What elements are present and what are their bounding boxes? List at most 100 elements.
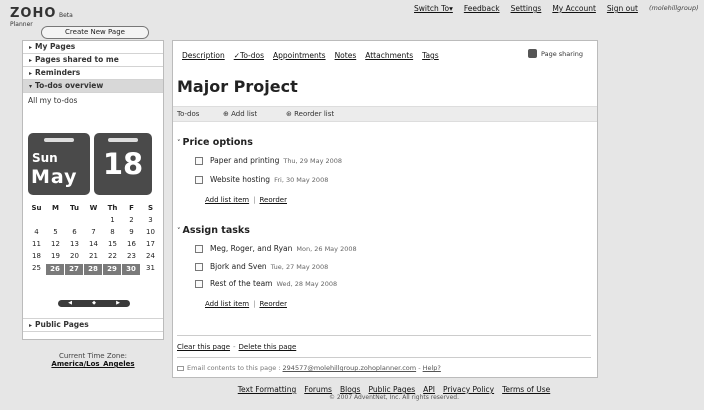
- email-address-link[interactable]: 294577@molehillgroup.zohoplanner.com: [283, 364, 417, 372]
- add-list-button[interactable]: ⊕ Add list: [223, 110, 257, 118]
- switch-to-menu[interactable]: Switch To▾: [414, 4, 453, 13]
- expand-arrow-icon: ▸: [29, 322, 33, 329]
- calendar-day[interactable]: 9: [122, 227, 141, 239]
- calendar-day[interactable]: 28: [84, 264, 102, 275]
- task-date: Mon, 26 May 2008: [296, 244, 357, 253]
- calendar-day[interactable]: 11: [27, 239, 46, 251]
- calendar-week-row: 123: [27, 215, 161, 227]
- settings-link[interactable]: Settings: [511, 4, 542, 13]
- list-item: Website hosting Fri, 30 May 2008: [195, 175, 328, 184]
- tab-appointments[interactable]: Appointments: [273, 51, 326, 60]
- next-month-icon[interactable]: ▶: [116, 300, 120, 307]
- calendar-day[interactable]: 30: [122, 264, 140, 275]
- feedback-link[interactable]: Feedback: [464, 4, 500, 13]
- calendar-day[interactable]: 23: [122, 251, 141, 263]
- weekday-label: M: [52, 204, 59, 212]
- task-checkbox[interactable]: [195, 175, 203, 184]
- tab-tags[interactable]: Tags: [422, 51, 439, 60]
- collapse-icon[interactable]: ˅: [177, 227, 181, 235]
- calendar-day[interactable]: 1: [103, 215, 122, 227]
- list-title-text: Price options: [182, 137, 253, 148]
- calendar-day[interactable]: 29: [103, 264, 121, 275]
- footer-link-api[interactable]: API: [423, 385, 435, 394]
- tab-description[interactable]: Description: [182, 51, 225, 60]
- task-date: Thu, 29 May 2008: [283, 156, 343, 165]
- list-actions: Add list item | Reorder: [205, 300, 287, 308]
- sign-out-link[interactable]: Sign out: [607, 4, 638, 13]
- calendar-day[interactable]: 5: [46, 227, 65, 239]
- create-new-page-button[interactable]: Create New Page: [41, 26, 149, 39]
- calendar-day[interactable]: 16: [122, 239, 141, 251]
- calendar-day[interactable]: 27: [65, 264, 83, 275]
- list-title[interactable]: ˅ Assign tasks: [177, 225, 250, 236]
- logo-suffix: Beta: [58, 12, 73, 19]
- add-list-item-link[interactable]: Add list item: [205, 300, 249, 308]
- calendar-day[interactable]: 20: [65, 251, 84, 263]
- sidebar-item-reminders[interactable]: ▸ Reminders: [23, 67, 163, 80]
- calendar-day[interactable]: 2: [122, 215, 141, 227]
- calendar-day[interactable]: 14: [84, 239, 103, 251]
- reorder-link[interactable]: Reorder: [259, 196, 287, 204]
- sidebar-item-my-pages[interactable]: ▸ My Pages: [23, 41, 163, 54]
- calendar-day[interactable]: 22: [103, 251, 122, 263]
- calendar-day[interactable]: 3: [141, 215, 160, 227]
- calendar-day[interactable]: 15: [103, 239, 122, 251]
- footer-link-public-pages[interactable]: Public Pages: [368, 385, 415, 394]
- calendar-day[interactable]: 13: [65, 239, 84, 251]
- list-title[interactable]: ˅ Price options: [177, 137, 253, 148]
- footer-link-text-formatting[interactable]: Text Formatting: [238, 385, 297, 394]
- sidebar: ▸ My Pages ▸ Pages shared to me ▸ Reminders…: [22, 40, 164, 340]
- collapse-icon[interactable]: ˅: [177, 139, 181, 147]
- calendar-day[interactable]: 4: [27, 227, 46, 239]
- calendar-day[interactable]: 12: [46, 239, 65, 251]
- my-account-link[interactable]: My Account: [552, 4, 596, 13]
- tab-todos[interactable]: ✓To-dos: [234, 51, 264, 60]
- calendar-day[interactable]: 21: [84, 251, 103, 263]
- calendar-day[interactable]: 24: [141, 251, 160, 263]
- todo-label: To-dos: [177, 110, 200, 118]
- sidebar-item-pages-shared[interactable]: ▸ Pages shared to me: [23, 54, 163, 67]
- reorder-list-button[interactable]: ⊛ Reorder list: [286, 110, 334, 118]
- calendar-day[interactable]: 26: [46, 264, 64, 275]
- calendar-day[interactable]: 25: [27, 263, 46, 275]
- calendar-day[interactable]: 7: [84, 227, 103, 239]
- add-list-item-link[interactable]: Add list item: [205, 196, 249, 204]
- reorder-link[interactable]: Reorder: [259, 300, 287, 308]
- today-icon[interactable]: ◆: [92, 300, 96, 307]
- page-sharing-button[interactable]: Page sharing: [527, 49, 583, 58]
- delete-page-link[interactable]: Delete this page: [239, 343, 297, 351]
- add-list-label: Add list: [231, 110, 258, 118]
- footer-link-forums[interactable]: Forums: [304, 385, 332, 394]
- calendar-day[interactable]: 19: [46, 251, 65, 263]
- calendar-day[interactable]: 18: [27, 251, 46, 263]
- sidebar-item-public-pages[interactable]: ▸ Public Pages: [23, 319, 163, 332]
- footer-link-terms-of-use[interactable]: Terms of Use: [502, 385, 550, 394]
- top-navigation: Switch To▾ Feedback Settings My Account …: [414, 4, 699, 13]
- task-checkbox[interactable]: [195, 279, 203, 288]
- calendar-empty-cell: [46, 215, 65, 227]
- page-tabs: Description ✓To-dos Appointments Notes A…: [182, 51, 439, 60]
- calendar-day[interactable]: 17: [141, 239, 160, 251]
- calendar-day[interactable]: 6: [65, 227, 84, 239]
- day-number: 18: [102, 147, 144, 181]
- calendar-day[interactable]: 31: [141, 263, 160, 275]
- calendar-day[interactable]: 8: [103, 227, 122, 239]
- zoho-logo[interactable]: ZOHO Beta Planner: [10, 6, 73, 28]
- tab-attachments[interactable]: Attachments: [365, 51, 413, 60]
- calendar-week-row: 4 5 6 7 8 9 10: [27, 227, 161, 239]
- footer-link-blogs[interactable]: Blogs: [340, 385, 361, 394]
- all-todos-caption[interactable]: All my to-dos: [23, 93, 163, 108]
- footer-link-privacy-policy[interactable]: Privacy Policy: [443, 385, 494, 394]
- sidebar-item-todos-overview[interactable]: ▾ To-dos overview: [23, 80, 163, 93]
- task-checkbox[interactable]: [195, 244, 203, 253]
- task-checkbox[interactable]: [195, 262, 203, 271]
- clear-page-link[interactable]: Clear this page: [177, 343, 230, 351]
- tab-notes[interactable]: Notes: [335, 51, 357, 60]
- prev-month-icon[interactable]: ◀: [68, 300, 72, 307]
- calendar-navigation[interactable]: ◀ ◆ ▶: [58, 300, 130, 307]
- binder-ring-icon: [44, 138, 74, 142]
- task-checkbox[interactable]: [195, 156, 203, 165]
- timezone-link[interactable]: America/Los_Angeles: [22, 360, 164, 368]
- calendar-day[interactable]: 10: [141, 227, 160, 239]
- help-link[interactable]: Help?: [423, 364, 441, 372]
